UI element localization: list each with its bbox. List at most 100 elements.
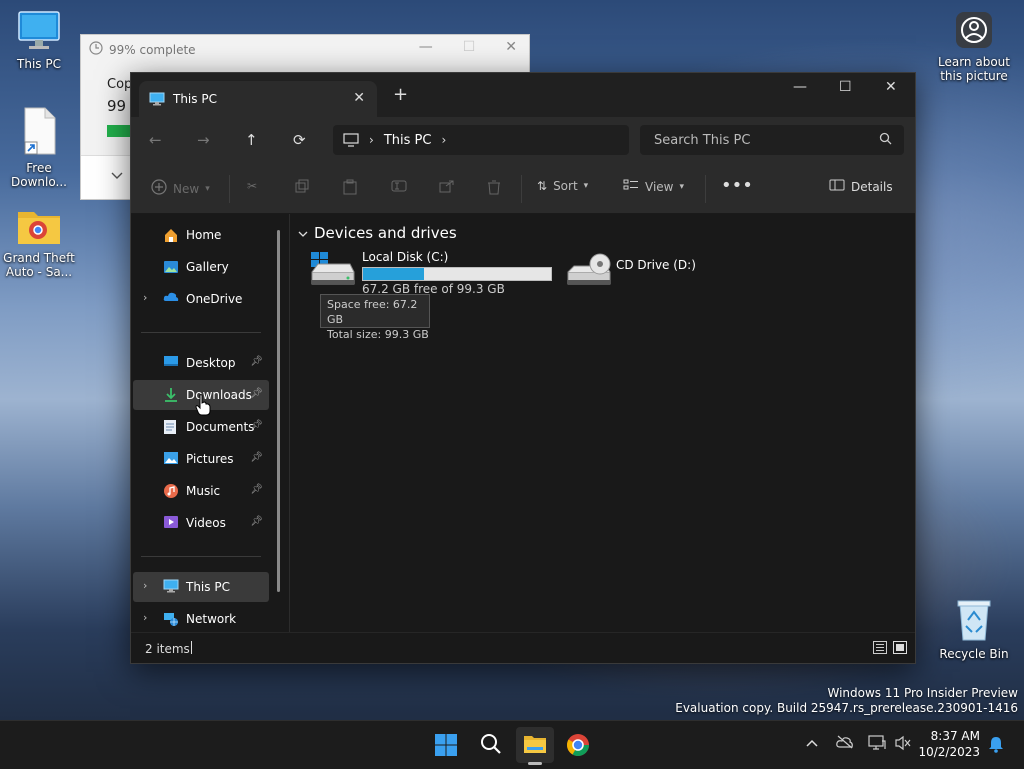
speaker-muted-icon[interactable]: [894, 735, 912, 754]
pin-icon[interactable]: 📌︎: [250, 420, 263, 431]
sort-icon: ⇅: [537, 179, 548, 193]
chevron-down-icon[interactable]: [111, 169, 123, 183]
file-explorer-taskbar-icon[interactable]: [516, 727, 554, 765]
search-placeholder: Search This PC: [654, 132, 751, 148]
desktop-icon-recycle-bin[interactable]: Recycle Bin: [938, 598, 1010, 661]
command-bar: New ▾ ✂ ⇅ Sort ▾ View ▾ ••• Details: [131, 165, 915, 214]
new-button[interactable]: New ▾: [151, 179, 210, 198]
clock-time: 8:37 AM: [930, 729, 980, 743]
system-clock[interactable]: 8:37 AM 10/2/2023: [918, 728, 980, 760]
nav-item-pictures[interactable]: Pictures 📌︎: [133, 444, 269, 474]
gallery-icon: [163, 259, 179, 278]
hard-drive-windows-icon: [310, 250, 356, 293]
tab-this-pc[interactable]: This PC ✕: [139, 81, 377, 117]
cloud-offline-icon[interactable]: [836, 735, 854, 752]
nav-item-gallery[interactable]: Gallery: [133, 252, 269, 282]
folder-chrome-icon: [3, 206, 75, 249]
desktop-icon-gta[interactable]: Grand Theft Auto - Sa...: [3, 206, 75, 279]
clock-icon: [89, 41, 103, 58]
paste-icon[interactable]: [343, 179, 357, 195]
network-display-icon[interactable]: [868, 735, 886, 754]
close-window-button[interactable]: ✕: [885, 79, 897, 95]
taskbar: 8:37 AM 10/2/2023: [0, 720, 1024, 769]
refresh-button[interactable]: ⟳: [293, 131, 306, 149]
minimize-button[interactable]: —: [793, 79, 807, 95]
pin-icon[interactable]: 📌︎: [250, 356, 263, 367]
close-button[interactable]: ✕: [505, 39, 517, 55]
camera-info-icon: [938, 10, 1010, 53]
clock-date: 10/2/2023: [918, 745, 980, 759]
nav-item-home[interactable]: Home: [133, 220, 269, 250]
drive-cd-d[interactable]: CD Drive (D:): [566, 250, 706, 290]
back-button[interactable]: ←: [149, 131, 162, 149]
more-options-icon[interactable]: •••: [721, 175, 753, 196]
desktop-icon-free-download[interactable]: Free Downlo...: [3, 106, 75, 189]
search-box[interactable]: Search This PC: [640, 125, 904, 155]
address-bar[interactable]: › This PC ›: [333, 125, 629, 155]
drive-usage-bar: [362, 267, 552, 281]
search-icon: [879, 132, 892, 149]
recycle-bin-icon: [938, 598, 1010, 645]
desktop-icon-learn-picture[interactable]: Learn about this picture: [938, 10, 1010, 83]
cd-drive-icon: [566, 250, 612, 293]
notification-bell-icon[interactable]: [988, 735, 1004, 756]
breadcrumb-this-pc[interactable]: This PC: [384, 133, 432, 148]
group-header-devices[interactable]: Devices and drives: [298, 224, 457, 242]
view-list-icon: [623, 179, 639, 194]
desktop-icon: [163, 355, 179, 372]
delete-icon[interactable]: [487, 179, 501, 195]
chevron-right-icon[interactable]: ›: [143, 291, 147, 304]
up-button[interactable]: ↑: [245, 131, 258, 149]
copy-icon[interactable]: [295, 179, 309, 193]
cut-icon[interactable]: ✂: [247, 179, 257, 193]
share-icon[interactable]: [439, 179, 455, 193]
forward-button[interactable]: →: [197, 131, 210, 149]
nav-item-onedrive[interactable]: › OneDrive: [133, 284, 269, 314]
chevron-right-icon[interactable]: ›: [441, 133, 446, 147]
plus-circle-icon: [151, 179, 167, 198]
tab-label: This PC: [173, 92, 217, 106]
chevron-down-icon: ▾: [205, 183, 210, 194]
pin-icon[interactable]: 📌︎: [250, 388, 263, 399]
rename-icon[interactable]: [391, 179, 407, 193]
pin-icon[interactable]: 📌︎: [250, 484, 263, 495]
details-button[interactable]: Details: [829, 179, 893, 194]
nav-item-videos[interactable]: Videos 📌︎: [133, 508, 269, 538]
nav-item-network[interactable]: › Network: [133, 604, 269, 634]
pin-icon[interactable]: 📌︎: [250, 452, 263, 463]
chrome-icon[interactable]: [566, 733, 590, 760]
view-button[interactable]: View ▾: [623, 179, 684, 194]
close-tab-icon[interactable]: ✕: [353, 90, 365, 106]
videos-icon: [163, 515, 179, 532]
nav-item-desktop[interactable]: Desktop 📌︎: [133, 348, 269, 378]
details-view-icon[interactable]: [873, 641, 887, 657]
active-indicator: [528, 762, 542, 765]
copy-line-2: 99: [107, 97, 127, 115]
nav-scrollbar[interactable]: [277, 230, 280, 592]
maximize-button[interactable]: ☐: [839, 79, 852, 95]
file-explorer-window[interactable]: This PC ✕ + — ☐ ✕ ← → ↑ ⟳ › This PC › Se…: [130, 72, 916, 664]
monitor-icon: [149, 92, 165, 106]
desktop-icon-label: This PC: [17, 57, 61, 71]
chevron-right-icon[interactable]: ›: [369, 133, 374, 147]
start-windows-icon[interactable]: [434, 733, 458, 760]
chevron-up-icon[interactable]: [806, 736, 818, 750]
desktop-icon-label: Grand Theft Auto - Sa...: [3, 251, 75, 279]
minimize-button[interactable]: —: [419, 39, 433, 55]
tab-bar: This PC ✕ + — ☐ ✕: [131, 73, 915, 117]
chevron-down-icon: ▾: [679, 181, 685, 192]
chevron-right-icon[interactable]: ›: [143, 579, 147, 592]
pin-icon[interactable]: 📌︎: [250, 516, 263, 527]
sort-button[interactable]: ⇅ Sort ▾: [537, 179, 588, 193]
maximize-button[interactable]: ☐: [463, 39, 476, 55]
desktop-icon-this-pc[interactable]: This PC: [3, 10, 75, 71]
status-divider: [191, 641, 192, 654]
chevron-right-icon[interactable]: ›: [143, 611, 147, 624]
drive-tooltip: Space free: 67.2 GB Total size: 99.3 GB: [320, 294, 430, 341]
tiles-view-icon[interactable]: [893, 641, 907, 657]
copy-line-1: Cop: [107, 77, 133, 92]
new-tab-button[interactable]: +: [393, 84, 408, 105]
nav-item-music[interactable]: Music 📌︎: [133, 476, 269, 506]
search-icon[interactable]: [480, 733, 502, 758]
nav-item-this-pc[interactable]: › This PC: [133, 572, 269, 602]
